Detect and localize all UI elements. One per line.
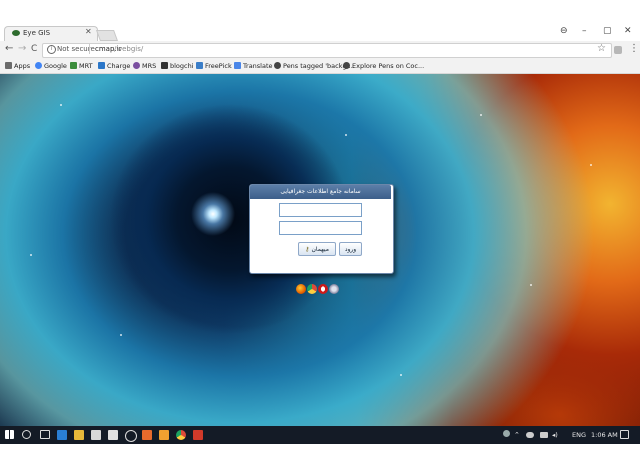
username-input[interactable]: [279, 203, 362, 217]
bookmark-mrt[interactable]: MRT: [70, 61, 93, 70]
bg-star: [480, 114, 482, 116]
windows-start-icon[interactable]: [5, 430, 14, 439]
chrome-icon: [307, 284, 317, 294]
guest-button[interactable]: ⚷ میهمان: [298, 242, 336, 256]
bg-star: [345, 134, 347, 136]
guest-button-label: میهمان: [311, 245, 329, 253]
bottom-margin: [0, 444, 640, 467]
bg-star: [530, 284, 532, 286]
translate-icon: [234, 62, 241, 69]
bg-star: [590, 164, 592, 166]
bookmark-apps[interactable]: Apps: [5, 61, 30, 70]
app-red-icon[interactable]: [193, 430, 203, 440]
key-icon: ⚷: [305, 245, 310, 253]
bookmark-google[interactable]: Google: [35, 61, 67, 70]
file-explorer-icon[interactable]: [74, 430, 84, 440]
cortana-icon[interactable]: [22, 430, 31, 439]
cloud-icon[interactable]: [526, 432, 534, 438]
menu-icon[interactable]: ⋮: [629, 43, 639, 55]
tab-title: Eye GIS: [23, 29, 51, 37]
eye-gis-favicon-icon: [12, 30, 20, 36]
bookmark-translate[interactable]: Translate: [234, 61, 273, 70]
minimize-icon[interactable]: –: [582, 27, 587, 36]
task-view-icon[interactable]: [40, 430, 50, 439]
clock[interactable]: 1:06 AM: [591, 431, 618, 439]
input-language[interactable]: ENG: [572, 431, 586, 439]
supported-browsers: [296, 284, 339, 294]
mrs-icon: [133, 62, 140, 69]
bookmark-mrs[interactable]: MRS: [133, 61, 156, 70]
forward-icon[interactable]: →: [18, 43, 26, 55]
reload-icon[interactable]: C: [31, 43, 37, 55]
charge-icon: [98, 62, 105, 69]
close-window-icon[interactable]: ✕: [624, 27, 632, 36]
login-button-label: ورود: [344, 245, 357, 253]
address-separator: [89, 44, 90, 54]
chrome-taskbar-icon[interactable]: [176, 430, 186, 440]
info-icon[interactable]: i: [47, 45, 56, 54]
freepick-icon: [196, 62, 203, 69]
bg-star: [60, 104, 62, 106]
app-circle-icon[interactable]: [125, 430, 137, 442]
new-tab-button[interactable]: [95, 30, 119, 41]
bg-star: [30, 254, 32, 256]
edge-icon[interactable]: [57, 430, 67, 440]
bookmark-blogchi[interactable]: blogchi: [161, 61, 194, 70]
app-orange-icon[interactable]: [142, 430, 152, 440]
url-path[interactable]: /webgis/: [114, 45, 143, 53]
people-icon[interactable]: [503, 430, 510, 437]
codepen-icon: [343, 62, 350, 69]
codepen-icon: [274, 62, 281, 69]
apps-grid-icon: [5, 62, 12, 69]
battery-icon[interactable]: [540, 432, 548, 438]
tab-strip: [0, 0, 640, 22]
volume-icon[interactable]: ◂): [552, 431, 558, 439]
action-center-icon[interactable]: [620, 430, 629, 439]
store-icon[interactable]: [91, 430, 101, 440]
profile-icon[interactable]: ⊖: [560, 27, 568, 36]
login-button[interactable]: ورود: [339, 242, 362, 256]
app-yellow-icon[interactable]: [159, 430, 169, 440]
google-icon: [35, 62, 42, 69]
mrt-icon: [70, 62, 77, 69]
login-dialog-title: سامانه جامع اطلاعات جغرافیایی: [280, 188, 361, 195]
bookmark-explore-pens[interactable]: Explore Pens on Coc...: [343, 61, 424, 70]
blogchi-icon: [161, 62, 168, 69]
opera-icon: [318, 284, 328, 294]
bookmark-star-icon[interactable]: ☆: [597, 43, 606, 55]
firefox-icon: [296, 284, 306, 294]
bookmark-charge[interactable]: Charge: [98, 61, 130, 70]
mail-icon[interactable]: [108, 430, 118, 440]
maximize-icon[interactable]: ▢: [603, 27, 612, 36]
bg-star: [120, 334, 122, 336]
bookmark-freepick[interactable]: FreePick: [196, 61, 232, 70]
back-icon[interactable]: ←: [5, 43, 13, 55]
tray-chevron-icon[interactable]: ⌃: [514, 431, 520, 439]
password-input[interactable]: [279, 221, 362, 235]
safari-icon: [329, 284, 339, 294]
tab-close-icon[interactable]: ✕: [85, 28, 92, 36]
extension-icon[interactable]: [614, 46, 622, 54]
bg-star: [400, 374, 402, 376]
